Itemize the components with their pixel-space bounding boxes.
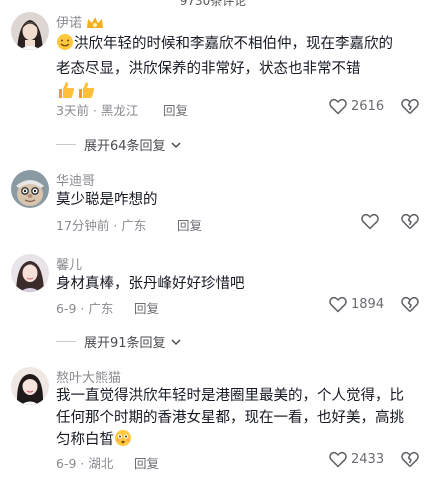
expand-replies-button[interactable]: 展开64条回复 [56,135,183,154]
dislike-button[interactable] [401,98,419,119]
comment-text: 洪欣年轻的时候和李嘉欣不相伯仲，现在李嘉欣的老态尽显，洪欣保养的非常好，状态也非… [56,33,406,107]
reply-button[interactable]: 回复 [163,100,188,119]
reply-button[interactable]: 回复 [134,298,159,317]
heart-icon [329,296,347,313]
comment-time-location: 6-9 · 湖北 [56,456,114,471]
dislike-button[interactable] [401,213,419,234]
user-avatar[interactable] [11,170,49,208]
comment-username[interactable]: 伊诺 [56,12,104,34]
broken-heart-icon [401,296,419,313]
user-avatar[interactable] [11,12,49,50]
comment-text: 我一直觉得洪欣年轻时是港圈里最美的，个人觉得，比任何那个时期的香港女星都，现在一… [56,385,406,454]
broken-heart-icon [401,451,419,468]
like-button[interactable]: 1894 [329,296,384,313]
comment-time-location: 3天前 · 黑龙江 [56,103,139,118]
heart-icon [329,98,347,115]
chevron-down-icon [171,141,181,148]
comment-username[interactable]: 熬叶大熊猫 [56,367,121,386]
divider-line [56,144,76,145]
crown-badge-icon [86,16,104,34]
dislike-button[interactable] [401,451,419,472]
reply-button[interactable]: 回复 [134,453,159,472]
flushed-emoji-icon [114,429,132,454]
divider-line [56,341,76,342]
like-count: 1894 [351,297,385,312]
user-avatar[interactable] [11,254,49,292]
like-count: 2616 [351,99,385,114]
chevron-down-icon [171,338,181,345]
comment-username[interactable]: 华迪哥 [56,170,95,189]
like-button[interactable]: 2433 [329,451,384,468]
like-button[interactable] [361,213,383,230]
heart-icon [361,213,379,230]
comment-text: 身材真棒，张丹峰好好珍惜吧 [56,276,245,292]
comment-username[interactable]: 馨儿 [56,254,82,273]
dislike-button[interactable] [401,296,419,317]
like-button[interactable]: 2616 [329,98,384,115]
comment-count-header: 9730条评论 [179,0,247,8]
heart-icon [329,451,347,468]
expand-replies-button[interactable]: 展开91条回复 [56,332,183,351]
like-count: 2433 [351,452,385,467]
reply-button[interactable]: 回复 [177,215,202,234]
comment-time-location: 6-9 · 广东 [56,301,114,316]
broken-heart-icon [401,98,419,115]
broken-heart-icon [401,213,419,230]
user-avatar[interactable] [11,367,49,405]
smile-emoji-icon [56,33,74,58]
comment-time-location: 17分钟前 · 广东 [56,218,147,233]
comment-text: 莫少聪是咋想的 [56,192,158,208]
